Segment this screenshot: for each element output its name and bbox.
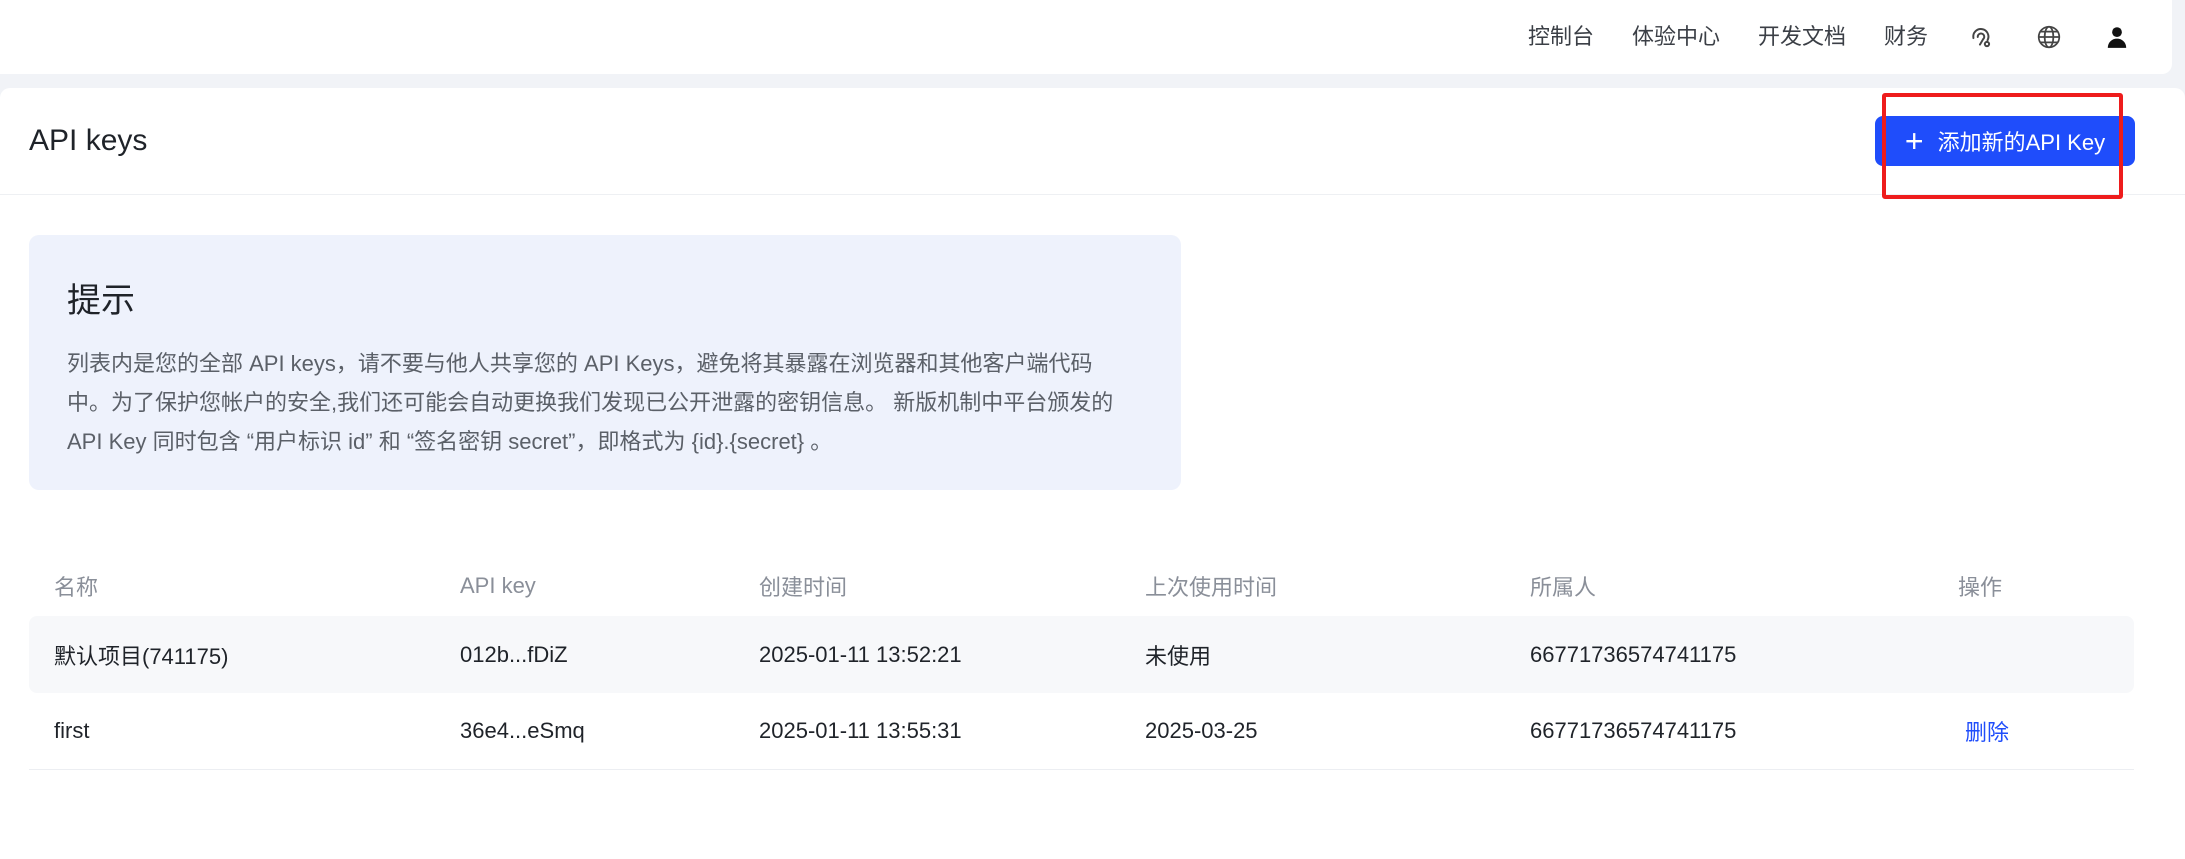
cell-created: 2025-01-11 13:55:31 bbox=[759, 718, 962, 743]
cell-api-key: 36e4...eSmq bbox=[460, 718, 585, 743]
nav-console[interactable]: 控制台 bbox=[1528, 22, 1594, 52]
cell-last-used: 未使用 bbox=[1145, 643, 1212, 669]
column-header-owner: 所属人 bbox=[1530, 575, 1597, 600]
plus-icon: + bbox=[1904, 123, 1924, 159]
column-header-created: 创建时间 bbox=[759, 575, 848, 600]
cell-owner: 66771736574741175 bbox=[1530, 718, 1737, 743]
top-navbar: 控制台 体验中心 开发文档 财务 bbox=[0, 0, 2172, 74]
top-nav: 控制台 体验中心 开发文档 财务 bbox=[1490, 22, 2132, 52]
api-keys-table: 名称 API key 创建时间 上次使用时间 所属人 操作 默认项目(74117… bbox=[29, 556, 2134, 770]
tip-line: 列表内是您的全部 API keys，请不要与他人共享您的 API Keys，避免… bbox=[67, 351, 1093, 376]
cell-last-used: 2025-03-25 bbox=[1145, 718, 1258, 743]
delete-link[interactable]: 删除 bbox=[1958, 720, 2009, 745]
table-row: first 36e4...eSmq 2025-01-11 13:55:31 20… bbox=[29, 693, 2134, 770]
column-header-last-used: 上次使用时间 bbox=[1145, 575, 1278, 600]
tip-title: 提示 bbox=[67, 282, 135, 320]
nav-dev-docs[interactable]: 开发文档 bbox=[1758, 22, 1846, 52]
table-row: 默认项目(741175) 012b...fDiZ 2025-01-11 13:5… bbox=[29, 616, 2134, 693]
support-icon[interactable] bbox=[1966, 22, 1996, 52]
cell-api-key: 012b...fDiZ bbox=[460, 641, 568, 667]
add-api-key-label: 添加新的API Key bbox=[1937, 130, 2106, 155]
cell-name: 默认项目(741175) bbox=[54, 643, 229, 669]
nav-experience-center[interactable]: 体验中心 bbox=[1632, 22, 1720, 52]
column-header-api-key: API key bbox=[460, 573, 536, 598]
tip-box: 提示 列表内是您的全部 API keys，请不要与他人共享您的 API Keys… bbox=[29, 235, 1181, 490]
cell-created: 2025-01-11 13:52:21 bbox=[759, 641, 962, 667]
cell-name: first bbox=[54, 718, 90, 743]
page-title: API keys bbox=[29, 124, 148, 157]
main-panel: API keys + 添加新的API Key 提示 列表内是您的全部 API k… bbox=[0, 88, 2185, 859]
table-header: 名称 API key 创建时间 上次使用时间 所属人 操作 bbox=[29, 556, 2134, 616]
tip-text: 列表内是您的全部 API keys，请不要与他人共享您的 API Keys，避免… bbox=[67, 344, 1143, 461]
tip-line: API Key 同时包含 “用户标识 id” 和 “签名密钥 secret”，即… bbox=[67, 429, 833, 454]
nav-finance[interactable]: 财务 bbox=[1884, 22, 1928, 52]
tip-line: 中。为了保护您帐户的安全,我们还可能会自动更换我们发现已公开泄露的密钥信息。 新… bbox=[67, 390, 1114, 415]
user-icon[interactable] bbox=[2102, 22, 2132, 52]
cell-action: 删除 bbox=[1958, 715, 2134, 747]
cell-owner: 66771736574741175 bbox=[1530, 641, 1737, 667]
globe-icon[interactable] bbox=[2034, 22, 2064, 52]
column-header-action: 操作 bbox=[1958, 575, 2003, 600]
page-header: API keys + 添加新的API Key bbox=[0, 88, 2185, 199]
column-header-name: 名称 bbox=[54, 575, 99, 600]
add-api-key-button[interactable]: + 添加新的API Key bbox=[1875, 116, 2135, 166]
